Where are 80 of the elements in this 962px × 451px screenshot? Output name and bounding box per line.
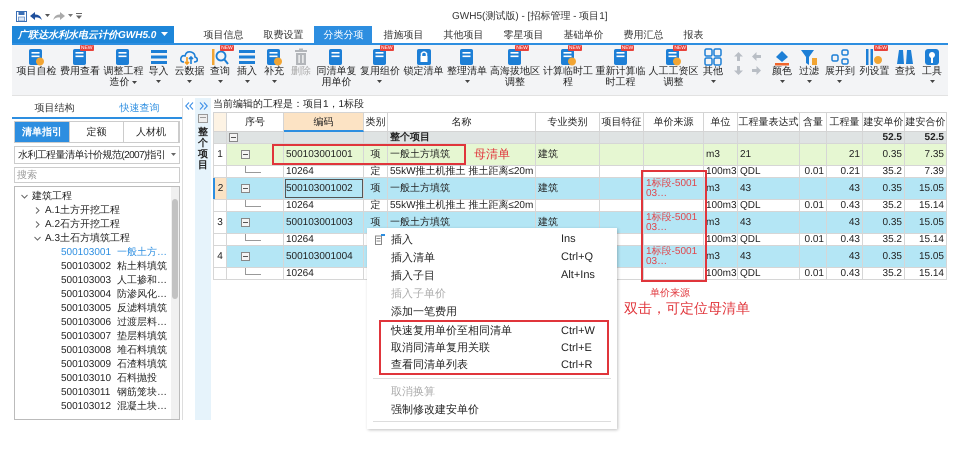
table-cell: 500103001002	[284, 178, 364, 199]
table-cell: 100m3	[704, 268, 738, 279]
table-cell: 15.05	[905, 178, 947, 199]
scope-label: 整个项目	[198, 127, 208, 171]
table-cell: 500103001003	[284, 212, 364, 233]
table-cell: 15.05	[905, 212, 947, 233]
table-cell: 0.01	[800, 200, 827, 211]
table-cell: 0.43	[827, 268, 863, 279]
table-cell: m3	[704, 144, 738, 165]
table-cell: 21	[827, 144, 863, 165]
table-cell: 定	[364, 200, 388, 211]
window-title: GWH5(测试版) - [招标管理 - 项目1]	[452, 10, 608, 23]
table-cell: 43	[738, 178, 800, 199]
table-cell: 43	[827, 212, 863, 233]
shortcut-text: Ctrl+W	[561, 324, 595, 336]
table-cell: 15.14	[905, 234, 947, 245]
table-cell: QDL	[738, 268, 800, 279]
table-cell: 一般土方填筑	[388, 178, 536, 199]
table-cell: 定	[364, 166, 388, 177]
table-cell: 100m3	[704, 166, 738, 177]
table-cell: 整个项目	[388, 132, 536, 143]
table-cell: 0.01	[800, 234, 827, 245]
table-cell: 35.2	[863, 200, 905, 211]
table-cell: 1标段-500103…	[644, 246, 704, 267]
table-cell: 0.35	[863, 178, 905, 199]
table-cell: QDL	[738, 234, 800, 245]
table-cell: 500103001001	[284, 144, 364, 165]
table-cell: 0.43	[827, 234, 863, 245]
annotation-text: 母清单	[474, 146, 510, 163]
table-cell: 52.5	[863, 132, 905, 143]
table-cell: 500103001004	[284, 246, 364, 267]
table-cell: 项	[364, 144, 388, 165]
table-cell: 0.35	[863, 212, 905, 233]
table-cell: 43	[827, 178, 863, 199]
table-cell: 0.21	[827, 166, 863, 177]
info-text: 当前编辑的工程是：项目1，1标段	[213, 98, 366, 112]
table-cell: 1标段-500103…	[644, 212, 704, 233]
table-cell: 43	[738, 212, 800, 233]
table-cell: 0.43	[827, 200, 863, 211]
table-cell: 10264	[284, 268, 364, 279]
table-cell: 10264	[284, 200, 364, 211]
table-cell: 0.01	[800, 268, 827, 279]
row-number: 1	[213, 144, 227, 165]
shortcut-text: Alt+Ins	[561, 269, 595, 281]
table-cell: 35.2	[863, 234, 905, 245]
table-cell: 43	[738, 246, 800, 267]
shortcut-text: Ins	[561, 233, 576, 245]
table-cell: 21	[738, 144, 800, 165]
table-cell: 项	[364, 178, 388, 199]
table-cell: 7.39	[905, 166, 947, 177]
annotation-text: 单价来源	[650, 286, 690, 300]
table-cell: 建筑	[536, 178, 600, 199]
table-cell: 35.2	[863, 166, 905, 177]
table-cell: 10264	[284, 234, 364, 245]
row-number: 4	[213, 246, 227, 267]
shortcut-text: Ctrl+R	[561, 358, 592, 370]
table-cell: 55kW推土机推土 推土距离≤20m	[388, 200, 536, 211]
shortcut-text: Ctrl+Q	[561, 251, 594, 263]
table-cell: 55kW推土机推土 推土距离≤20m	[388, 166, 536, 177]
row-number: 3	[213, 212, 227, 233]
table-cell: QDL	[738, 166, 800, 177]
table-cell: 7.35	[905, 144, 947, 165]
table-cell: 建筑	[536, 144, 600, 165]
table-cell: 15.14	[905, 200, 947, 211]
table-cell: 1标段-500103…	[644, 178, 704, 199]
table-cell: 100m3	[704, 234, 738, 245]
table-cell: 35.2	[863, 268, 905, 279]
table-cell: 10264	[284, 166, 364, 177]
table-cell: 100m3	[704, 200, 738, 211]
table-cell: QDL	[738, 200, 800, 211]
table-cell: 15.14	[905, 268, 947, 279]
table-cell: 52.5	[905, 132, 947, 143]
table-cell: 0.01	[800, 166, 827, 177]
table-cell: 0.35	[863, 246, 905, 267]
table-cell: 43	[827, 246, 863, 267]
table-cell: 0.35	[863, 144, 905, 165]
row-number: 2	[213, 178, 227, 199]
table-cell: 15.05	[905, 246, 947, 267]
annotation-text: 双击，可定位母清单	[624, 300, 750, 318]
shortcut-text: Ctrl+E	[561, 342, 592, 354]
